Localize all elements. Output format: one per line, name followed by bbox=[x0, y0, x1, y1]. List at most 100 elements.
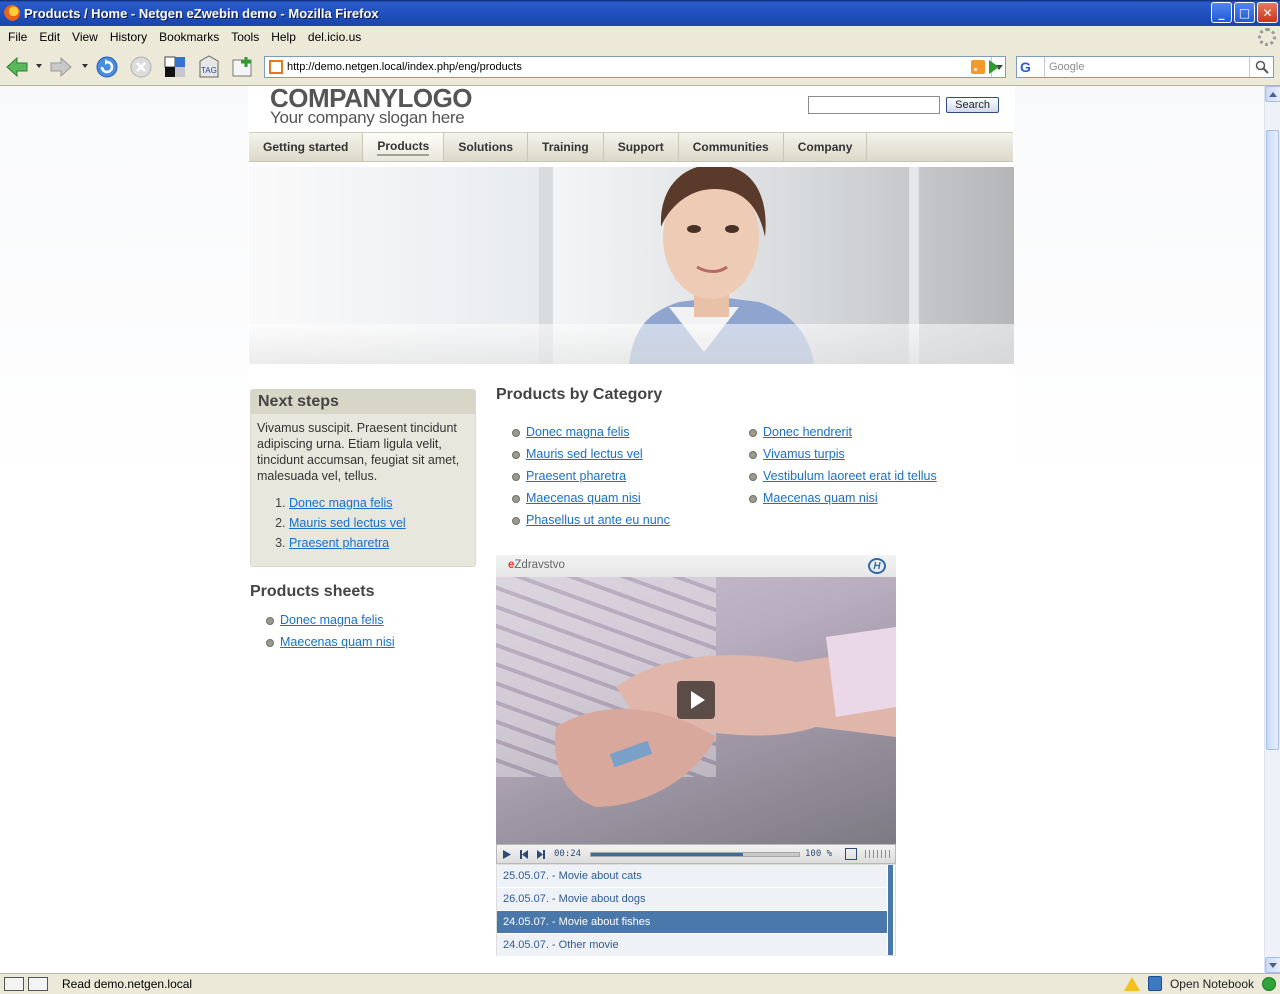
add-bookmark-button[interactable] bbox=[230, 55, 256, 79]
warning-icon[interactable] bbox=[1123, 976, 1140, 991]
tag-button[interactable]: TAG bbox=[196, 55, 222, 79]
firefox-icon bbox=[4, 5, 20, 21]
product-sheet-link[interactable]: Maecenas quam nisi bbox=[280, 635, 395, 649]
maximize-button[interactable]: □ bbox=[1234, 2, 1255, 23]
page-vertical-scrollbar[interactable] bbox=[1264, 86, 1280, 973]
video-frame[interactable] bbox=[496, 577, 896, 844]
delicious-button[interactable] bbox=[162, 55, 188, 79]
forward-button[interactable] bbox=[48, 55, 74, 79]
play-overlay-button[interactable] bbox=[677, 681, 715, 719]
reload-button[interactable] bbox=[94, 55, 120, 79]
throbber-icon bbox=[1258, 28, 1276, 46]
web-search-box[interactable]: G Google bbox=[1016, 56, 1274, 78]
top-menu-training[interactable]: Training bbox=[528, 133, 604, 161]
search-icon bbox=[1255, 60, 1269, 74]
menu-bookmarks[interactable]: Bookmarks bbox=[153, 30, 225, 44]
top-menu-communities[interactable]: Communities bbox=[679, 133, 784, 161]
stop-button[interactable] bbox=[128, 55, 154, 79]
site-search: Search bbox=[808, 96, 999, 114]
product-sheet-link[interactable]: Donec magna felis bbox=[280, 613, 384, 627]
go-button[interactable] bbox=[984, 57, 1004, 77]
rss-feed-icon[interactable] bbox=[971, 60, 985, 74]
category-link[interactable]: Donec magna felis bbox=[526, 425, 630, 439]
address-bar[interactable]: http://demo.netgen.local/index.php/eng/p… bbox=[264, 56, 1006, 78]
top-menu-products[interactable]: Products bbox=[363, 133, 445, 161]
top-menu-label: Communities bbox=[692, 140, 769, 154]
category-link[interactable]: Maecenas quam nisi bbox=[526, 491, 641, 505]
search-engine-selector[interactable]: G bbox=[1017, 57, 1045, 77]
next-steps-link[interactable]: Donec magna felis bbox=[289, 496, 393, 510]
playlist-item[interactable]: 25.05.07. - Movie about cats bbox=[497, 865, 887, 888]
top-menu-getting-started[interactable]: Getting started bbox=[249, 133, 364, 161]
top-menu-label: Training bbox=[542, 140, 589, 154]
scroll-up-button[interactable] bbox=[1265, 86, 1280, 102]
open-notebook-link[interactable]: Open Notebook bbox=[1170, 977, 1254, 991]
play-button[interactable] bbox=[500, 847, 514, 861]
list-item: Mauris sed lectus vel bbox=[512, 443, 670, 465]
video-brand: eZdravstvo bbox=[508, 559, 565, 571]
playlist-item[interactable]: 26.05.07. - Movie about dogs bbox=[497, 888, 887, 911]
site-search-input[interactable] bbox=[808, 96, 941, 114]
previous-button[interactable] bbox=[517, 847, 531, 861]
minimize-button[interactable]: _ bbox=[1211, 2, 1232, 23]
menu-delicious[interactable]: del.icio.us bbox=[302, 30, 367, 44]
company-logo[interactable]: COMPANYLOGO Your company slogan here bbox=[270, 86, 473, 127]
category-link[interactable]: Maecenas quam nisi bbox=[763, 491, 878, 505]
list-item: Praesent pharetra bbox=[512, 465, 670, 487]
category-link[interactable]: Phasellus ut ante eu nunc bbox=[526, 513, 670, 527]
category-link[interactable]: Donec hendrerit bbox=[763, 425, 852, 439]
banner-reflection bbox=[249, 324, 1014, 364]
pen-icon[interactable] bbox=[28, 977, 48, 991]
scroll-down-button[interactable] bbox=[1265, 957, 1280, 973]
web-search-input[interactable]: Google bbox=[1045, 61, 1249, 73]
close-button[interactable]: ✕ bbox=[1257, 2, 1278, 23]
video-controls: 00:24 100 % bbox=[496, 844, 896, 864]
products-sheets-title: Products sheets bbox=[250, 583, 375, 600]
forward-history-dropdown[interactable] bbox=[82, 64, 88, 68]
top-menu-label: Getting started bbox=[263, 140, 349, 154]
scrollbar-thumb[interactable] bbox=[1266, 130, 1279, 750]
address-text[interactable]: http://demo.netgen.local/index.php/eng/p… bbox=[287, 61, 971, 73]
playlist-item[interactable]: 24.05.07. - Other movie bbox=[497, 934, 887, 957]
site-search-button[interactable]: Search bbox=[946, 97, 999, 113]
top-menu-label: Company bbox=[797, 140, 853, 154]
next-steps-link[interactable]: Mauris sed lectus vel bbox=[289, 516, 406, 530]
menu-file[interactable]: File bbox=[2, 30, 33, 44]
fullscreen-button[interactable] bbox=[845, 848, 857, 860]
category-link[interactable]: Mauris sed lectus vel bbox=[526, 447, 643, 461]
volume-slider[interactable] bbox=[865, 850, 891, 858]
reload-icon bbox=[96, 56, 118, 78]
menu-edit[interactable]: Edit bbox=[33, 30, 66, 44]
stop-icon bbox=[130, 56, 152, 78]
menu-tools[interactable]: Tools bbox=[225, 30, 265, 44]
category-link[interactable]: Praesent pharetra bbox=[526, 469, 626, 483]
volume-level: 100 % bbox=[805, 849, 833, 859]
search-go-button[interactable] bbox=[1249, 57, 1273, 77]
status-ok-icon[interactable] bbox=[1262, 976, 1276, 991]
next-steps-box: Next steps Vivamus suscipit. Praesent ti… bbox=[250, 389, 476, 567]
next-steps-link[interactable]: Praesent pharetra bbox=[289, 536, 389, 550]
status-bar: Read demo.netgen.local Open Notebook bbox=[0, 973, 1280, 994]
logo-slogan: Your company slogan here bbox=[270, 108, 465, 127]
back-history-dropdown[interactable] bbox=[36, 64, 42, 68]
top-menu-support[interactable]: Support bbox=[604, 133, 679, 161]
top-menu-solutions[interactable]: Solutions bbox=[444, 133, 529, 161]
top-menu-company[interactable]: Company bbox=[784, 133, 868, 161]
top-menu-label: Support bbox=[617, 140, 664, 154]
category-link[interactable]: Vestibulum laoreet erat id tellus bbox=[763, 469, 937, 483]
category-link[interactable]: Vivamus turpis bbox=[763, 447, 845, 461]
back-button[interactable] bbox=[4, 55, 30, 79]
playlist-item-selected[interactable]: 24.05.07. - Movie about fishes bbox=[497, 911, 887, 934]
seek-bar[interactable] bbox=[590, 852, 800, 857]
header-banner-image bbox=[249, 167, 1014, 364]
list-item: Praesent pharetra bbox=[289, 533, 469, 553]
menu-view[interactable]: View bbox=[66, 30, 104, 44]
brand-name: Zdravstvo bbox=[514, 559, 565, 571]
menu-history[interactable]: History bbox=[104, 30, 153, 44]
list-item: Mauris sed lectus vel bbox=[289, 513, 469, 533]
playlist-scrollbar[interactable] bbox=[888, 865, 893, 955]
notebook-icon[interactable] bbox=[1147, 976, 1162, 991]
next-button[interactable] bbox=[534, 847, 548, 861]
menu-help[interactable]: Help bbox=[265, 30, 302, 44]
screen-icon[interactable] bbox=[4, 977, 24, 991]
